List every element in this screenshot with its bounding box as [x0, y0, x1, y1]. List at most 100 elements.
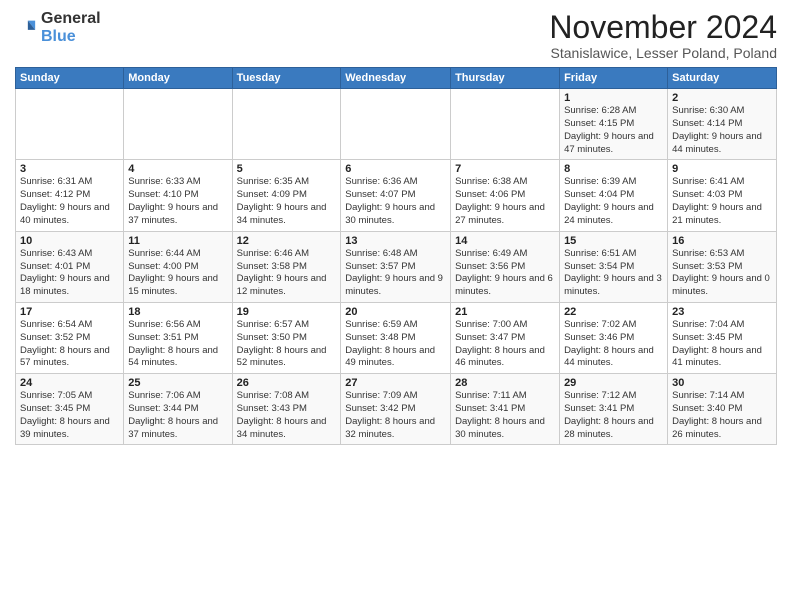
day-detail: Sunrise: 6:38 AM Sunset: 4:06 PM Dayligh… [455, 176, 555, 227]
day-number: 7 [455, 163, 555, 175]
table-row [341, 89, 451, 160]
day-number: 9 [672, 163, 772, 175]
calendar-week-row: 17Sunrise: 6:54 AM Sunset: 3:52 PM Dayli… [16, 302, 777, 373]
day-number: 12 [237, 235, 337, 247]
day-detail: Sunrise: 6:49 AM Sunset: 3:56 PM Dayligh… [455, 248, 555, 299]
logo-blue: Blue [41, 28, 76, 45]
month-title: November 2024 [549, 10, 777, 45]
day-detail: Sunrise: 6:59 AM Sunset: 3:48 PM Dayligh… [345, 319, 446, 370]
logo: General Blue [15, 10, 101, 46]
day-detail: Sunrise: 6:30 AM Sunset: 4:14 PM Dayligh… [672, 105, 772, 156]
day-number: 20 [345, 306, 446, 318]
calendar-week-row: 24Sunrise: 7:05 AM Sunset: 3:45 PM Dayli… [16, 374, 777, 445]
table-row: 30Sunrise: 7:14 AM Sunset: 3:40 PM Dayli… [668, 374, 777, 445]
table-row: 19Sunrise: 6:57 AM Sunset: 3:50 PM Dayli… [232, 302, 341, 373]
table-row: 22Sunrise: 7:02 AM Sunset: 3:46 PM Dayli… [560, 302, 668, 373]
table-row: 13Sunrise: 6:48 AM Sunset: 3:57 PM Dayli… [341, 231, 451, 302]
day-detail: Sunrise: 6:43 AM Sunset: 4:01 PM Dayligh… [20, 248, 119, 299]
day-number: 24 [20, 377, 119, 389]
header-row: Sunday Monday Tuesday Wednesday Thursday… [16, 68, 777, 89]
day-number: 17 [20, 306, 119, 318]
day-detail: Sunrise: 6:48 AM Sunset: 3:57 PM Dayligh… [345, 248, 446, 299]
day-number: 25 [128, 377, 227, 389]
table-row: 11Sunrise: 6:44 AM Sunset: 4:00 PM Dayli… [124, 231, 232, 302]
table-row [16, 89, 124, 160]
table-row [124, 89, 232, 160]
day-detail: Sunrise: 6:44 AM Sunset: 4:00 PM Dayligh… [128, 248, 227, 299]
day-number: 19 [237, 306, 337, 318]
table-row: 25Sunrise: 7:06 AM Sunset: 3:44 PM Dayli… [124, 374, 232, 445]
day-detail: Sunrise: 7:09 AM Sunset: 3:42 PM Dayligh… [345, 390, 446, 441]
calendar-week-row: 1Sunrise: 6:28 AM Sunset: 4:15 PM Daylig… [16, 89, 777, 160]
calendar-week-row: 10Sunrise: 6:43 AM Sunset: 4:01 PM Dayli… [16, 231, 777, 302]
day-detail: Sunrise: 6:35 AM Sunset: 4:09 PM Dayligh… [237, 176, 337, 227]
day-number: 10 [20, 235, 119, 247]
day-detail: Sunrise: 7:11 AM Sunset: 3:41 PM Dayligh… [455, 390, 555, 441]
table-row: 2Sunrise: 6:30 AM Sunset: 4:14 PM Daylig… [668, 89, 777, 160]
day-detail: Sunrise: 6:41 AM Sunset: 4:03 PM Dayligh… [672, 176, 772, 227]
day-number: 16 [672, 235, 772, 247]
table-row: 20Sunrise: 6:59 AM Sunset: 3:48 PM Dayli… [341, 302, 451, 373]
logo-text: General Blue [41, 10, 101, 46]
day-number: 15 [564, 235, 663, 247]
table-row: 5Sunrise: 6:35 AM Sunset: 4:09 PM Daylig… [232, 160, 341, 231]
day-detail: Sunrise: 6:46 AM Sunset: 3:58 PM Dayligh… [237, 248, 337, 299]
calendar-week-row: 3Sunrise: 6:31 AM Sunset: 4:12 PM Daylig… [16, 160, 777, 231]
day-detail: Sunrise: 6:31 AM Sunset: 4:12 PM Dayligh… [20, 176, 119, 227]
day-detail: Sunrise: 7:12 AM Sunset: 3:41 PM Dayligh… [564, 390, 663, 441]
page: General Blue November 2024 Stanislawice,… [0, 0, 792, 612]
day-detail: Sunrise: 7:04 AM Sunset: 3:45 PM Dayligh… [672, 319, 772, 370]
table-row: 26Sunrise: 7:08 AM Sunset: 3:43 PM Dayli… [232, 374, 341, 445]
table-row: 12Sunrise: 6:46 AM Sunset: 3:58 PM Dayli… [232, 231, 341, 302]
table-row: 24Sunrise: 7:05 AM Sunset: 3:45 PM Dayli… [16, 374, 124, 445]
day-number: 26 [237, 377, 337, 389]
day-number: 29 [564, 377, 663, 389]
day-number: 2 [672, 92, 772, 104]
col-sunday: Sunday [16, 68, 124, 89]
table-row [232, 89, 341, 160]
table-row [451, 89, 560, 160]
col-wednesday: Wednesday [341, 68, 451, 89]
day-detail: Sunrise: 7:02 AM Sunset: 3:46 PM Dayligh… [564, 319, 663, 370]
table-row: 28Sunrise: 7:11 AM Sunset: 3:41 PM Dayli… [451, 374, 560, 445]
logo-icon [15, 17, 37, 39]
day-detail: Sunrise: 6:33 AM Sunset: 4:10 PM Dayligh… [128, 176, 227, 227]
col-saturday: Saturday [668, 68, 777, 89]
day-detail: Sunrise: 7:00 AM Sunset: 3:47 PM Dayligh… [455, 319, 555, 370]
table-row: 8Sunrise: 6:39 AM Sunset: 4:04 PM Daylig… [560, 160, 668, 231]
day-detail: Sunrise: 7:14 AM Sunset: 3:40 PM Dayligh… [672, 390, 772, 441]
col-friday: Friday [560, 68, 668, 89]
col-tuesday: Tuesday [232, 68, 341, 89]
location-subtitle: Stanislawice, Lesser Poland, Poland [549, 45, 777, 61]
day-number: 23 [672, 306, 772, 318]
title-block: November 2024 Stanislawice, Lesser Polan… [549, 10, 777, 61]
day-number: 30 [672, 377, 772, 389]
day-detail: Sunrise: 6:56 AM Sunset: 3:51 PM Dayligh… [128, 319, 227, 370]
day-detail: Sunrise: 6:28 AM Sunset: 4:15 PM Dayligh… [564, 105, 663, 156]
day-detail: Sunrise: 6:51 AM Sunset: 3:54 PM Dayligh… [564, 248, 663, 299]
table-row: 7Sunrise: 6:38 AM Sunset: 4:06 PM Daylig… [451, 160, 560, 231]
day-detail: Sunrise: 7:05 AM Sunset: 3:45 PM Dayligh… [20, 390, 119, 441]
day-number: 8 [564, 163, 663, 175]
table-row: 15Sunrise: 6:51 AM Sunset: 3:54 PM Dayli… [560, 231, 668, 302]
table-row: 17Sunrise: 6:54 AM Sunset: 3:52 PM Dayli… [16, 302, 124, 373]
table-row: 3Sunrise: 6:31 AM Sunset: 4:12 PM Daylig… [16, 160, 124, 231]
table-row: 1Sunrise: 6:28 AM Sunset: 4:15 PM Daylig… [560, 89, 668, 160]
table-row: 18Sunrise: 6:56 AM Sunset: 3:51 PM Dayli… [124, 302, 232, 373]
day-number: 28 [455, 377, 555, 389]
header: General Blue November 2024 Stanislawice,… [15, 10, 777, 61]
day-number: 13 [345, 235, 446, 247]
table-row: 16Sunrise: 6:53 AM Sunset: 3:53 PM Dayli… [668, 231, 777, 302]
table-row: 4Sunrise: 6:33 AM Sunset: 4:10 PM Daylig… [124, 160, 232, 231]
calendar-body: 1Sunrise: 6:28 AM Sunset: 4:15 PM Daylig… [16, 89, 777, 445]
table-row: 14Sunrise: 6:49 AM Sunset: 3:56 PM Dayli… [451, 231, 560, 302]
table-row: 9Sunrise: 6:41 AM Sunset: 4:03 PM Daylig… [668, 160, 777, 231]
day-detail: Sunrise: 7:06 AM Sunset: 3:44 PM Dayligh… [128, 390, 227, 441]
table-row: 10Sunrise: 6:43 AM Sunset: 4:01 PM Dayli… [16, 231, 124, 302]
day-detail: Sunrise: 6:36 AM Sunset: 4:07 PM Dayligh… [345, 176, 446, 227]
day-number: 22 [564, 306, 663, 318]
table-row: 29Sunrise: 7:12 AM Sunset: 3:41 PM Dayli… [560, 374, 668, 445]
day-number: 1 [564, 92, 663, 104]
calendar-header: Sunday Monday Tuesday Wednesday Thursday… [16, 68, 777, 89]
table-row: 6Sunrise: 6:36 AM Sunset: 4:07 PM Daylig… [341, 160, 451, 231]
